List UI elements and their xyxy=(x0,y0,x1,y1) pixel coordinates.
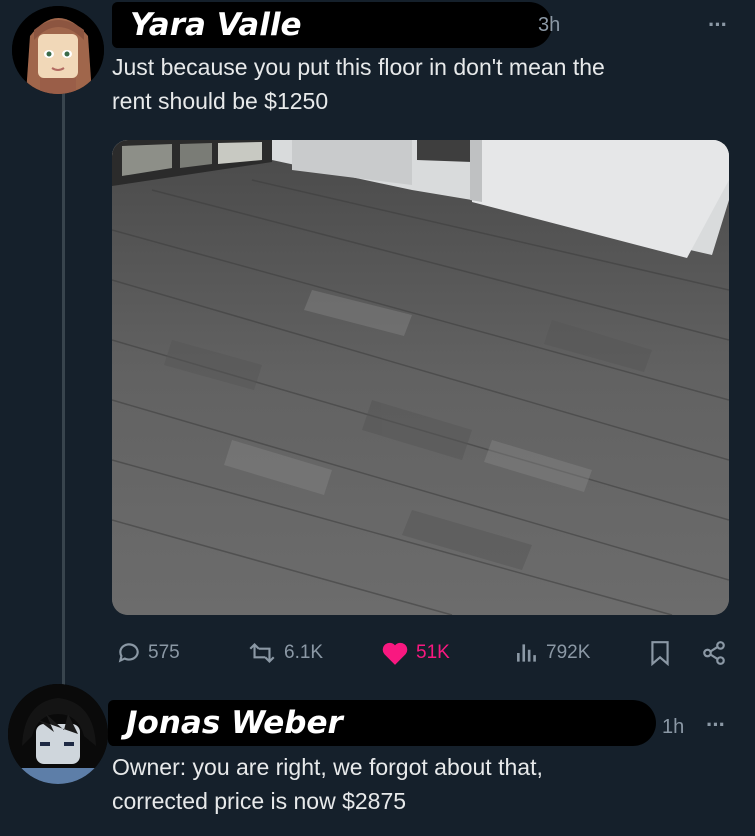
avatar[interactable] xyxy=(12,6,104,94)
reply-avatar[interactable] xyxy=(8,684,108,784)
post-text-line: Just because you put this floor in don't… xyxy=(112,54,605,80)
reply-button[interactable]: 575 xyxy=(116,640,180,666)
author-name[interactable]: Yara Valle xyxy=(112,2,552,48)
reply-text-line: corrected price is now $2875 xyxy=(112,788,407,814)
share-button[interactable] xyxy=(700,640,734,666)
reply-text: Owner: you are right, we forgot about th… xyxy=(112,750,543,818)
thread-line xyxy=(62,92,65,692)
like-button[interactable]: 51K xyxy=(380,640,450,666)
more-options-icon[interactable]: ··· xyxy=(708,12,728,38)
post-image[interactable] xyxy=(112,140,729,615)
share-icon xyxy=(703,641,725,665)
reply-text-line: Owner: you are right, we forgot about th… xyxy=(112,754,543,780)
like-count: 51K xyxy=(416,642,450,663)
action-bar: 575 6.1K 51K 792K xyxy=(0,640,755,672)
repost-count: 6.1K xyxy=(284,642,324,663)
reply-timestamp[interactable]: 1h xyxy=(662,716,684,739)
reply-count: 575 xyxy=(148,642,180,663)
views-button[interactable]: 792K xyxy=(514,640,590,666)
reply-author-name[interactable]: Jonas Weber xyxy=(108,700,656,746)
repost-icon xyxy=(249,642,275,664)
views-count: 792K xyxy=(546,642,591,663)
bookmark-button[interactable] xyxy=(648,640,678,666)
post-text: Just because you put this floor in don't… xyxy=(112,50,605,118)
timestamp[interactable]: 3h xyxy=(538,14,560,37)
reply-icon xyxy=(118,643,139,663)
like-icon xyxy=(382,642,408,665)
bookmark-icon xyxy=(651,641,669,666)
repost-button[interactable]: 6.1K xyxy=(246,640,323,666)
post-text-line: rent should be $1250 xyxy=(112,88,329,114)
reply-more-options-icon[interactable]: ··· xyxy=(706,712,726,738)
views-icon xyxy=(517,644,536,662)
